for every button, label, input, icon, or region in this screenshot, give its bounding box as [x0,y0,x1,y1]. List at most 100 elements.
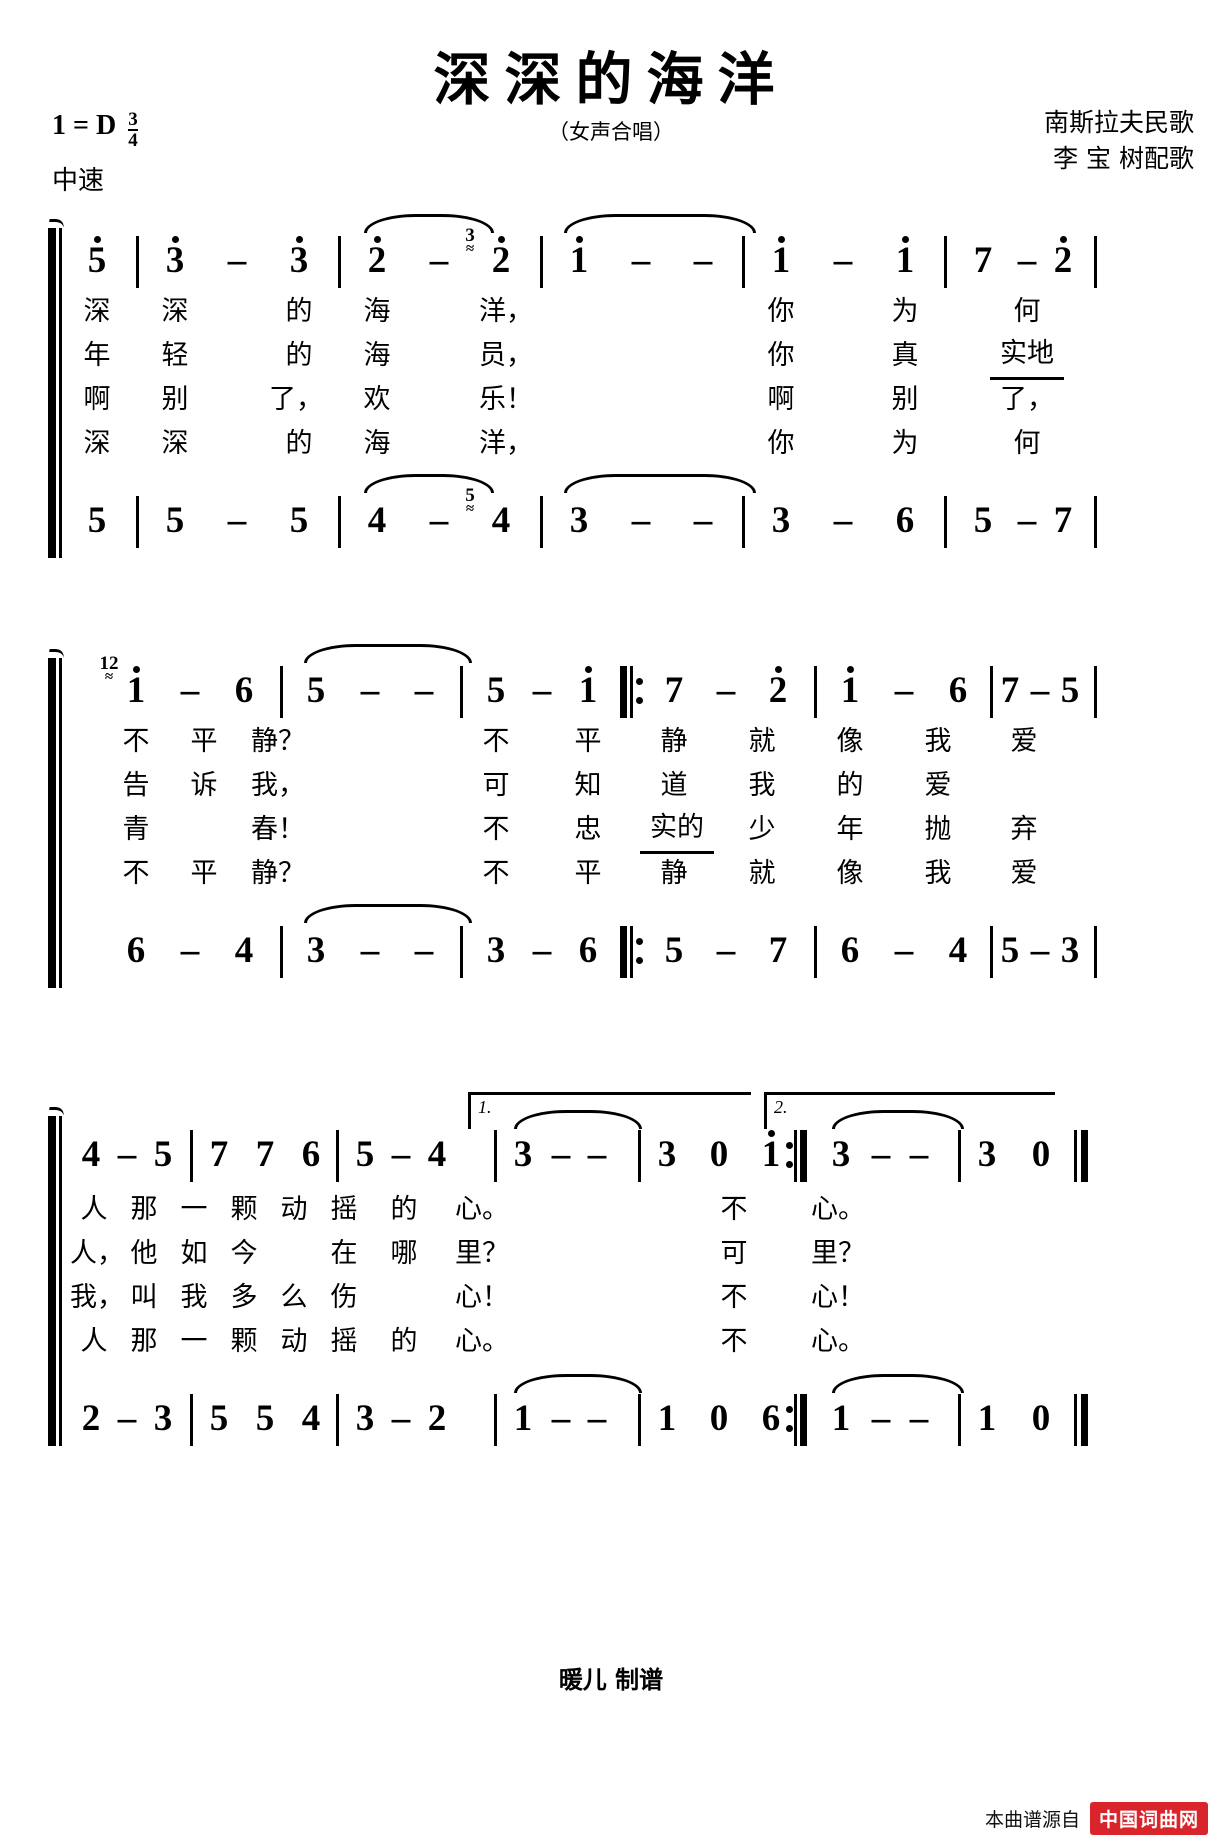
lyric-syllable: 你 [767,428,795,459]
lyric-syllable: 摇 [330,1194,358,1225]
note: – [833,240,853,281]
music-system-3: 1. 2. 4 – 5 7 7 6 5 – 4 3 – – 3 0 1 3 – … [46,1092,1088,1450]
lyric-line-3: 啊 别 了， 欢 乐！ 啊 别 了， [74,378,1055,422]
lyric-syllable: 别 [161,384,189,415]
lyric-syllable: 春！ [251,814,305,845]
barline [190,1394,193,1446]
lyric-syllable: 像 [836,858,864,889]
note: – [909,1134,929,1175]
lyric-syllable: 人， [70,1238,124,1269]
lyric-syllable: 爱 [924,770,952,801]
lyric-syllable: 不 [720,1194,748,1225]
note: – [587,1398,607,1439]
note: 1 [977,1398,997,1439]
lyric-line-2: 年 轻 的 海 员， 你 真 实地 [74,334,1064,380]
barline [638,1130,641,1182]
note: – [360,930,380,971]
lyric-syllable: 心。 [811,1194,865,1225]
barline [136,236,139,288]
barline [958,1394,961,1446]
slur [564,474,756,493]
note: 7 [209,1134,229,1175]
lyric-syllable: 道 [660,770,688,801]
final-barline [1074,1130,1094,1182]
barline [638,1394,641,1446]
lyric-syllable: 像 [836,726,864,757]
lyric-syllable: 可 [720,1238,748,1269]
lyric-syllable: 爱 [1010,858,1038,889]
lyric-syllable: 不 [720,1282,748,1313]
lyric-syllable: 告 [122,770,150,801]
note: 7 [664,670,684,711]
note: 5 [153,1134,173,1175]
note: 3 [486,930,506,971]
barline [958,1130,961,1182]
note: 1 [882,230,928,292]
note: 5 [74,230,120,292]
lyric-syllable: 别 [891,384,919,415]
lyric-syllable: 的 [285,340,313,371]
note: – [429,500,449,541]
note: 1 [513,1398,533,1439]
lyric-syllable: 了， [1000,384,1054,415]
note: 6 [126,930,146,971]
note: – [894,930,914,971]
note: – [716,670,736,711]
note: 0 [1031,1134,1051,1175]
melody-staff-2: 12 ≈ 1 – 6 5 – – 5 – 1 7 – 2 1 – 6 7 – 5 [74,644,1097,722]
lyric-syllable: 么 [280,1282,308,1313]
credits-block: 南斯拉夫民歌 李 宝 树配歌 [1044,105,1194,178]
note: 3 [1060,930,1080,971]
barline [540,496,543,548]
lyric-syllable: 心！ [811,1282,865,1313]
note: 4 [81,1134,101,1175]
lyric-line-3: 我， 叫 我 多 么 伤 心！ 不 心！ [70,1276,1048,1320]
note: 6 [761,1398,781,1439]
lyric-syllable: 忠 [574,814,602,845]
slur [832,1374,964,1393]
lyric-syllable: 洋， [479,296,533,327]
note: 6 [301,1134,321,1175]
lyric-syllable: 不 [122,726,150,757]
note: 4 [234,930,254,971]
note: 6 [840,930,860,971]
lyric-syllable: 诉 [190,770,218,801]
lyric-syllable: 轻 [161,340,189,371]
lyric-line-1: 不 平 静？ 不 平 静 就 像 我 爱 [74,720,1048,764]
lyric-syllable: 里？ [811,1238,865,1269]
note: – [631,240,651,281]
barline [742,496,745,548]
note: – [532,930,552,971]
barline [336,1394,339,1446]
lyric-syllable: 如 [180,1238,208,1269]
lyric-syllable: 摇 [330,1326,358,1357]
note: – [551,1134,571,1175]
lyric-syllable: 少 [748,814,776,845]
note: – [227,240,247,281]
slur [564,214,756,233]
bass-staff-3: 2 – 3 5 5 4 3 – 2 1 – – 1 0 6 1 – – 1 0 [74,1374,1088,1450]
song-subtitle: （女声合唱） [548,120,674,144]
lyric-syllable: 静？ [251,858,305,889]
source-site-badge[interactable]: 中国词曲网 [1089,1802,1208,1835]
lyric-syllable: 抛 [924,814,952,845]
note: 4 [367,500,387,541]
barline [1094,926,1097,978]
lyric-syllable: 海 [363,296,391,327]
barline [1094,666,1097,718]
note: 4 [301,1398,321,1439]
lyric-syllable: 欢 [363,384,391,415]
lyric-syllable: 里？ [455,1238,509,1269]
note: 5 [1060,670,1080,711]
note: – [227,500,247,541]
repeat-start [620,926,644,978]
note: 3 [152,230,198,292]
source-label: 本曲谱源自 [984,1809,1080,1831]
note: – [631,500,651,541]
note: 3 [513,1134,533,1175]
lyric-syllable: 我 [924,726,952,757]
repeat-end [786,1394,810,1446]
lyric-syllable: 深 [83,428,111,459]
lyric-syllable: 平 [574,858,602,889]
note: – [871,1398,891,1439]
